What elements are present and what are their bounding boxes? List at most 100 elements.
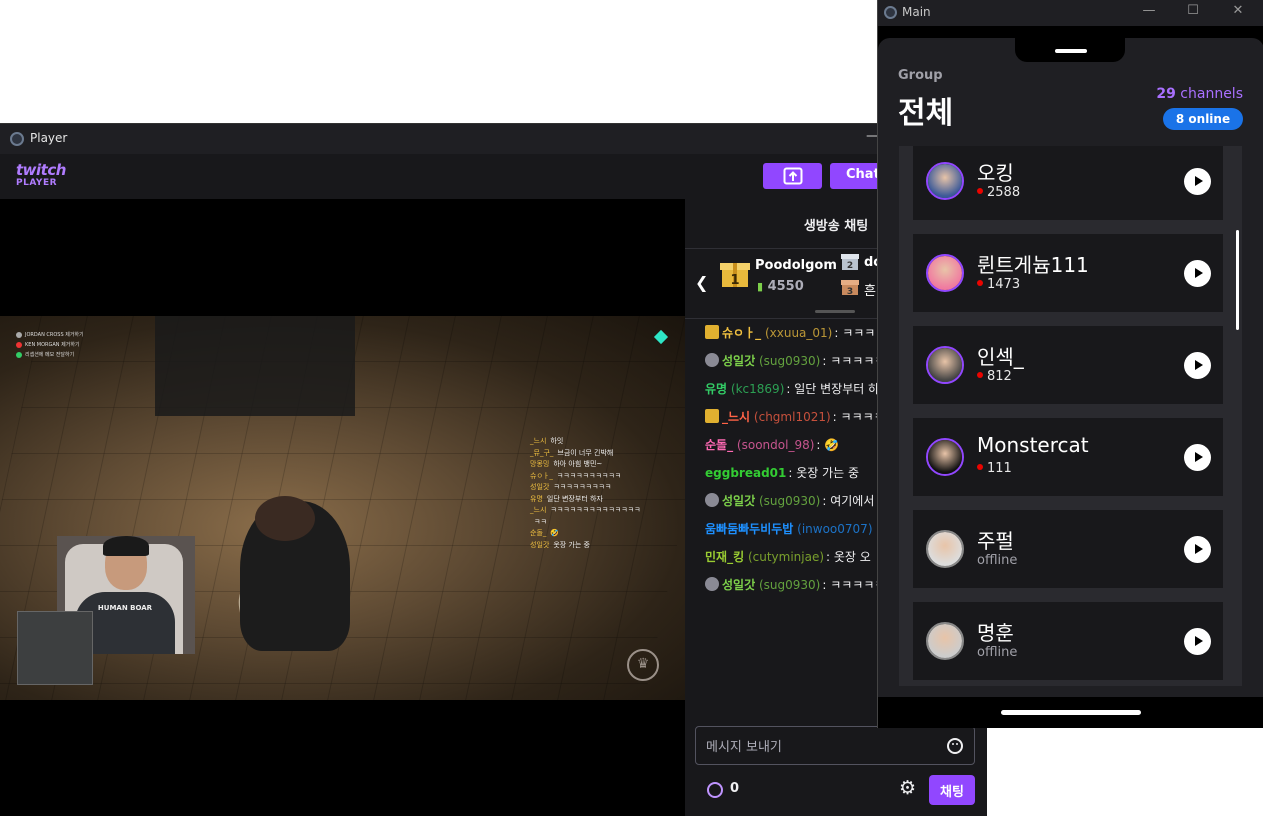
avatar [926,622,964,660]
video-player[interactable]: JORDAN CROSS 제거하기 KEN MORGAN 제거하기 리셉션에 메… [0,199,685,816]
chat-user-id[interactable]: (sug0930) [759,578,820,592]
svg-text:1: 1 [730,273,739,288]
crown-icon: ♛ [627,649,659,681]
chat-user-id[interactable]: (inwoo0707) [797,522,872,536]
play-icon[interactable] [1184,536,1211,563]
table [155,316,355,416]
chat-user-id[interactable]: (kc1869) [731,382,784,396]
notch-indicator [1055,49,1087,53]
gift-rank2-icon: 2 [841,254,859,271]
play-icon[interactable] [1184,168,1211,195]
online-count-badge[interactable]: 8 online [1163,108,1243,130]
channel-card[interactable]: 오킹 2588 [913,146,1223,220]
player-titlebar: Player — [0,123,987,154]
chat-username[interactable]: 유명 [705,382,727,396]
chat-user-id[interactable]: (sug0930) [759,354,820,368]
subscriber-badge-icon [705,577,719,591]
channel-list: 오킹 2588 륀트게늄111 1473 인섹_ 812 Monstercat 111 주펄 of… [899,146,1242,686]
group-label: Group [898,68,943,83]
chat-text: : 일단 변장부터 하자 [786,382,891,396]
gifters-scrollbar[interactable] [815,310,855,313]
objective-icon [16,352,22,358]
close-button[interactable]: ✕ [1223,3,1253,23]
viewer-count: 111 [977,461,1012,476]
channel-points-icon[interactable] [707,782,723,798]
live-dot-icon [977,188,983,194]
viewer-count: 2588 [977,185,1020,200]
objective-icon [16,332,22,338]
subscriber-badge-icon [705,493,719,507]
emoji-icon[interactable] [947,738,963,754]
channel-name: 주펄 [977,529,1014,553]
channels-count: 29 channels [1156,86,1243,102]
main-window: Main — ☐ ✕ Group 전체 29 channels 8 online… [877,0,1263,728]
avatar [926,530,964,568]
chat-username[interactable]: 슈ㅇㅏ_ [722,326,761,340]
app-icon [10,132,24,146]
gift-rank1-icon: 1 [720,263,750,288]
chat-user-id[interactable]: (chgml1021) [754,410,831,424]
group-title[interactable]: 전체 [898,88,953,132]
chat-username[interactable]: 성일갓 [722,494,755,508]
send-chat-button[interactable]: 채팅 [929,775,975,805]
live-dot-icon [977,280,983,286]
avatar [926,162,964,200]
subscriber-badge-icon [705,353,719,367]
live-dot-icon [977,464,983,470]
chat-username[interactable]: 성일갓 [722,354,755,368]
live-dot-icon [977,372,983,378]
crown-badge-icon [705,409,719,423]
main-body: Group 전체 29 channels 8 online 오킹 2588 륀트게늄… [878,38,1263,697]
chat-username[interactable]: 순돌_ [705,438,733,452]
crown-badge-icon [705,325,719,339]
play-icon[interactable] [1184,444,1211,471]
chat-username[interactable]: 민재_킹 [705,550,744,564]
chat-user-id[interactable]: (xxuua_01) [765,326,832,340]
channel-card[interactable]: Monstercat 111 [913,418,1223,496]
home-indicator [1001,710,1141,715]
channel-list-scrollbar[interactable] [1236,230,1239,330]
chat-username[interactable]: 성일갓 [722,578,755,592]
channel-name: Monstercat [977,433,1089,457]
svg-text:3: 3 [847,287,853,296]
play-icon[interactable] [1184,260,1211,287]
chat-user-id[interactable]: (sug0930) [759,494,820,508]
chat-username[interactable]: 움빠둠빠두비두밥 [705,522,793,536]
app-icon [884,6,897,19]
gear-icon[interactable]: ⚙ [899,779,916,798]
hud-objectives: JORDAN CROSS 제거하기 KEN MORGAN 제거하기 리셉션에 메… [16,330,84,360]
svg-text:2: 2 [847,261,853,271]
viewer-count: 812 [977,369,1012,384]
channel-card[interactable]: 명훈 offline [913,602,1223,680]
avatar [926,254,964,292]
chat-text: : 🤣 [816,438,840,452]
avatar [926,346,964,384]
chat-text: : 옷장 오 [826,550,871,564]
gift-rank3-icon: 3 [841,280,859,296]
viewer-count: 1473 [977,277,1020,292]
chat-user-id[interactable]: (cutyminjae) [748,550,824,564]
minimize-button[interactable]: — [1134,3,1164,23]
stream-overlay-chat: _느시 하잇 _뮤_구_ 브금이 너무 긴박해 망몽밍 하아 아힘 뱅민~ 슈ㅇㅏ_ ㅋ… [530,437,641,549]
play-icon[interactable] [1184,628,1211,655]
player-window: Player — twitch PLAYER Chat JORDAN CROSS… [0,123,987,816]
gifter-name[interactable]: 흔 [864,280,876,299]
main-titlebar: Main — ☐ ✕ [878,0,1263,26]
offline-status: offline [977,645,1018,660]
minimap [17,611,93,685]
play-icon[interactable] [1184,352,1211,379]
chat-username[interactable]: _느시 [722,410,750,424]
video-frame[interactable]: JORDAN CROSS 제거하기 KEN MORGAN 제거하기 리셉션에 메… [0,316,685,700]
popout-button[interactable] [763,163,822,189]
gifter-name[interactable]: Poodolgom [755,258,837,273]
channel-card[interactable]: 주펄 offline [913,510,1223,588]
objective-icon [16,342,22,348]
chevron-left-icon[interactable]: ❮ [695,273,708,292]
maximize-button[interactable]: ☐ [1178,3,1208,23]
chat-user-id[interactable]: (soondol_98) [737,438,814,452]
chat-text: : 옷장 가는 중 [788,466,860,480]
channel-card[interactable]: 인섹_ 812 [913,326,1223,404]
channel-card[interactable]: 륀트게늄111 1473 [913,234,1223,312]
chat-username[interactable]: eggbread01 [705,466,786,480]
chat-message-input[interactable]: 메시지 보내기 [695,726,975,765]
